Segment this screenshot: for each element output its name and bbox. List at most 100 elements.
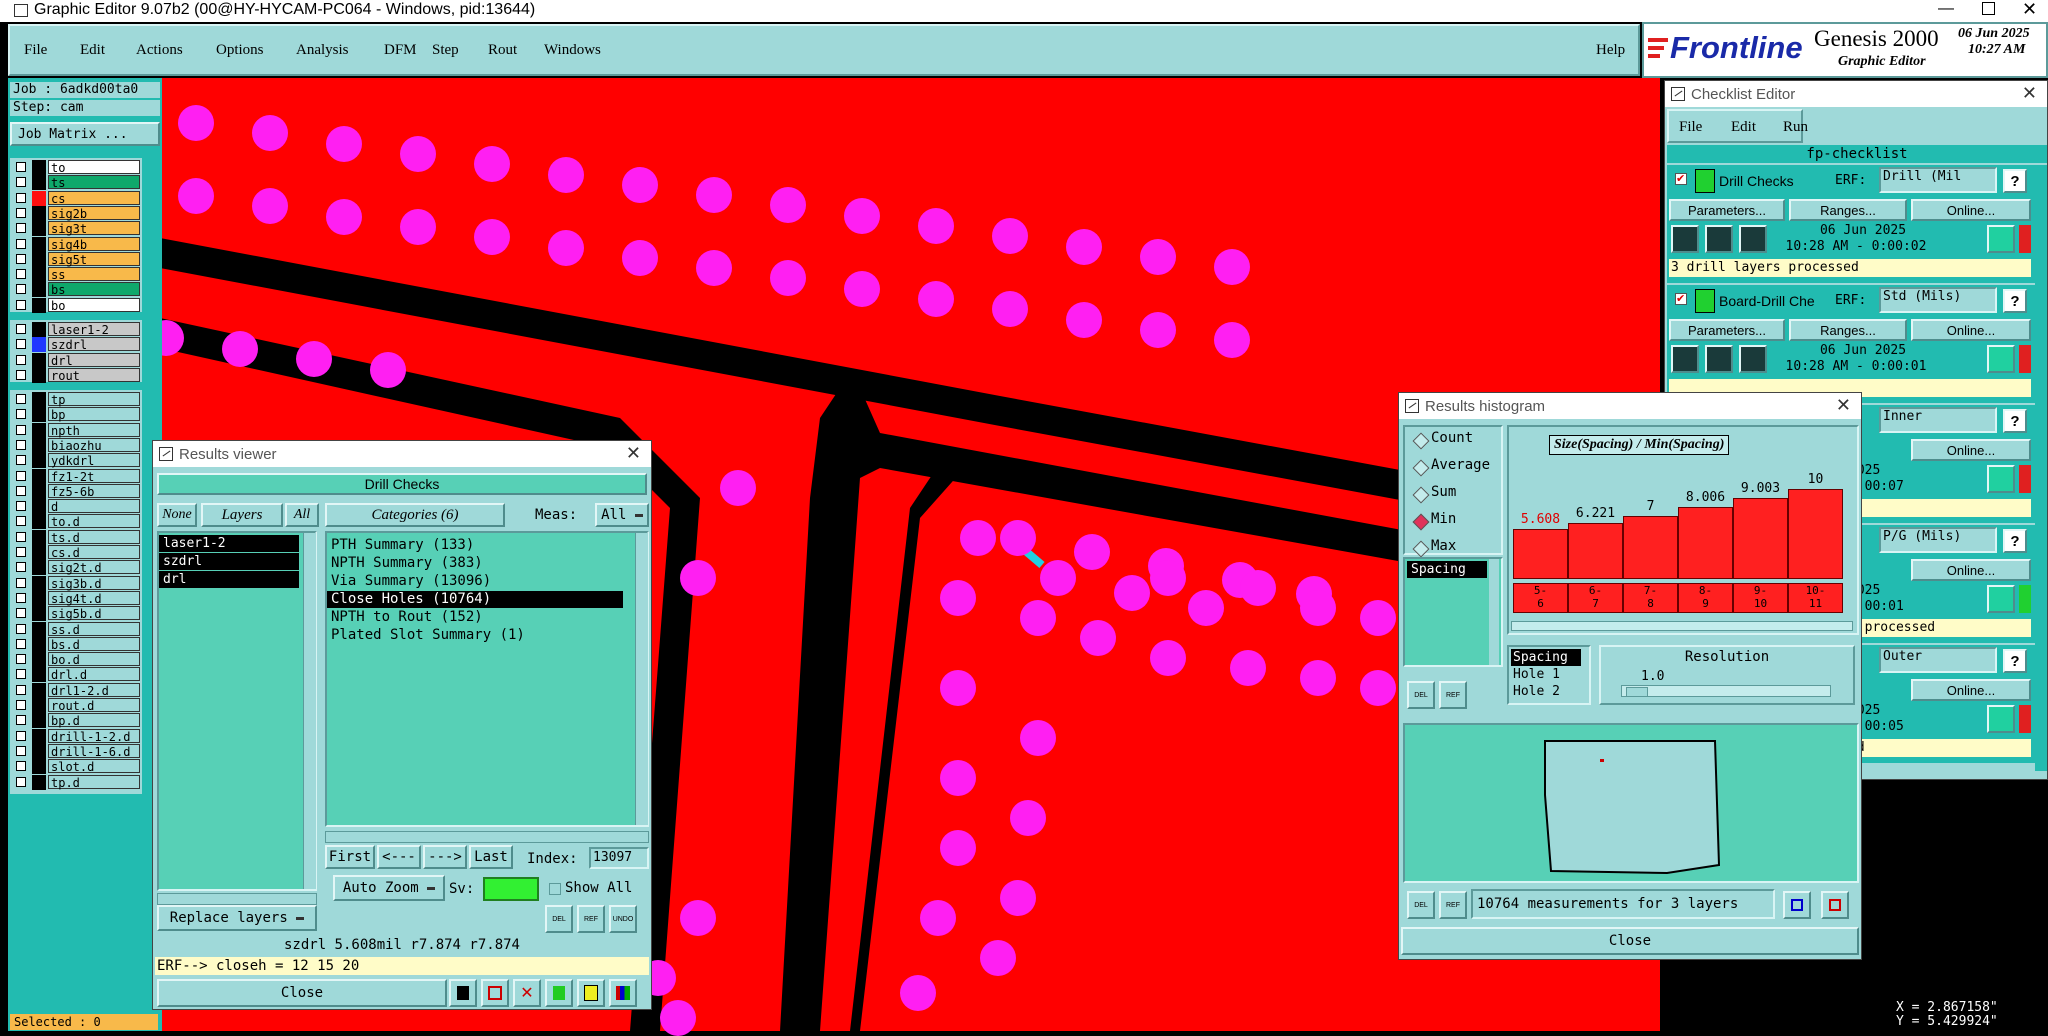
histogram-hscrollbar[interactable]	[1511, 621, 1853, 631]
menu-analysis[interactable]: Analysis	[296, 42, 349, 59]
maximize-icon[interactable]	[1982, 2, 1995, 15]
layer-row[interactable]: rout	[10, 367, 140, 383]
menu-actions[interactable]: Actions	[136, 42, 183, 59]
stat-option-average[interactable]: Average	[1431, 457, 1490, 473]
histogram-bar[interactable]	[1788, 489, 1843, 579]
run-icon[interactable]	[1705, 225, 1733, 253]
layer-name[interactable]: sig2t.d	[48, 560, 140, 575]
layer-checkbox[interactable]	[16, 424, 26, 435]
layer-checkbox[interactable]	[16, 192, 26, 203]
check-online-button[interactable]: Online...	[1911, 559, 2031, 581]
stat-radio-max[interactable]	[1412, 540, 1430, 558]
layer-row[interactable]: bo.d	[10, 652, 140, 668]
layer-row[interactable]: d	[10, 499, 140, 515]
stat-option-count[interactable]: Count	[1431, 430, 1473, 446]
stat-option-sum[interactable]: Sum	[1431, 484, 1456, 500]
checklist-menu-edit[interactable]: Edit	[1731, 119, 1756, 136]
meas-select[interactable]: All	[595, 503, 649, 527]
layer-checkbox[interactable]	[16, 223, 26, 234]
layer-row[interactable]: npth	[10, 422, 140, 438]
menu-help[interactable]: Help	[1596, 42, 1625, 59]
layer-checkbox[interactable]	[16, 776, 26, 787]
layer-name[interactable]: szdrl	[48, 337, 140, 352]
stat-option-min[interactable]: Min	[1431, 511, 1456, 527]
stat-radio-sum[interactable]	[1412, 486, 1430, 504]
layer-row[interactable]: sig5b.d	[10, 606, 140, 622]
layer-checkbox[interactable]	[16, 669, 26, 680]
layer-checkbox[interactable]	[16, 547, 26, 557]
layer-checkbox[interactable]	[16, 654, 26, 665]
layer-checkbox[interactable]	[16, 409, 26, 420]
layer-name[interactable]: ts	[48, 175, 140, 190]
layer-checkbox[interactable]	[16, 608, 26, 619]
checklist-menu-file[interactable]: File	[1679, 119, 1702, 136]
help-icon[interactable]: ?	[2003, 649, 2027, 673]
close-icon[interactable]: ✕	[2022, 0, 2037, 20]
check-erf-select[interactable]: Inner	[1879, 407, 1997, 433]
layer-checkbox[interactable]	[16, 369, 26, 380]
layer-name[interactable]: to.d	[48, 514, 140, 529]
layer-row[interactable]: sig2t.d	[10, 560, 140, 576]
histogram-close-button[interactable]: Close	[1401, 927, 1859, 955]
layer-name[interactable]: bo	[48, 297, 140, 313]
layer-name[interactable]: drl.d	[48, 667, 140, 682]
hist-ref-icon[interactable]: REF	[1439, 681, 1467, 709]
job-matrix-button[interactable]: Job Matrix ...	[10, 122, 160, 146]
layer-row[interactable]: sig3b.d	[10, 575, 140, 591]
results-close-button[interactable]: Close	[157, 979, 447, 1007]
layer-result-item[interactable]: szdrl	[159, 553, 299, 570]
zoom-icon[interactable]	[1987, 705, 2015, 733]
checklist-close-icon[interactable]: ✕	[2022, 83, 2037, 104]
stat-radio-min[interactable]	[1412, 513, 1430, 531]
all-layers-button[interactable]: All	[285, 503, 319, 527]
category-item[interactable]: NPTH Summary (383)	[327, 555, 623, 572]
layer-name[interactable]: sig3t	[48, 221, 140, 236]
layer-name[interactable]: bp	[48, 407, 140, 422]
layer-row[interactable]: drill-1-6.d	[10, 743, 140, 759]
layer-name[interactable]: bo.d	[48, 652, 140, 667]
layer-checkbox[interactable]	[16, 623, 26, 634]
tool-icon-6[interactable]	[609, 979, 637, 1007]
none-button[interactable]: None	[157, 503, 197, 527]
layer-row[interactable]: bp.d	[10, 713, 140, 729]
layer-row[interactable]: tp.d	[10, 774, 140, 790]
layer-row[interactable]: bs	[10, 282, 140, 298]
layer-name[interactable]: d	[48, 499, 140, 514]
check-enabled-icon[interactable]: ✔	[1675, 293, 1687, 305]
check-ranges-button[interactable]: Ranges...	[1789, 199, 1907, 221]
check-erf-select[interactable]: Outer	[1879, 647, 1997, 673]
layer-checkbox[interactable]	[16, 684, 26, 695]
layer-checkbox[interactable]	[16, 745, 26, 756]
nav-button-1[interactable]: <---	[377, 845, 421, 869]
layer-checkbox[interactable]	[16, 394, 26, 404]
layer-name[interactable]: bs.d	[48, 636, 140, 652]
menu-edit[interactable]: Edit	[80, 42, 105, 59]
layer-row[interactable]: to.d	[10, 514, 140, 530]
layer-name[interactable]: fz5-6b	[48, 483, 140, 499]
layer-name[interactable]: drl1-2.d	[48, 682, 140, 698]
tool-icon-4[interactable]	[545, 979, 573, 1007]
layer-name[interactable]: npth	[48, 422, 140, 438]
layer-name[interactable]: to	[48, 160, 140, 175]
layer-name[interactable]: tp.d	[48, 774, 140, 790]
histogram-close-icon[interactable]: ✕	[1836, 395, 1851, 416]
undo-icon[interactable]: UNDO	[609, 905, 637, 933]
layer-name[interactable]: bp.d	[48, 713, 140, 728]
layer-checkbox[interactable]	[16, 516, 26, 527]
layer-row[interactable]: ss.d	[10, 621, 140, 637]
layer-checkbox[interactable]	[16, 439, 26, 450]
zoom-icon[interactable]	[1987, 465, 2015, 493]
category-list[interactable]: PTH Summary (133) NPTH Summary (383) Via S…	[325, 531, 649, 827]
layer-name[interactable]: sig5t	[48, 251, 140, 267]
layer-name[interactable]: ts.d	[48, 529, 140, 545]
menu-options[interactable]: Options	[216, 42, 264, 59]
layer-row[interactable]: fz1-2t	[10, 468, 140, 484]
check-online-button[interactable]: Online...	[1911, 679, 2031, 701]
layer-name[interactable]: biaozhu	[48, 437, 140, 453]
layer-name[interactable]: bs	[48, 282, 140, 297]
auto-zoom-select[interactable]: Auto Zoom	[333, 875, 445, 901]
check-online-button[interactable]: Online...	[1911, 199, 2031, 221]
layer-row[interactable]: szdrl	[10, 337, 140, 353]
layer-name[interactable]: drl	[48, 352, 140, 368]
sv-color-select[interactable]	[483, 877, 539, 901]
